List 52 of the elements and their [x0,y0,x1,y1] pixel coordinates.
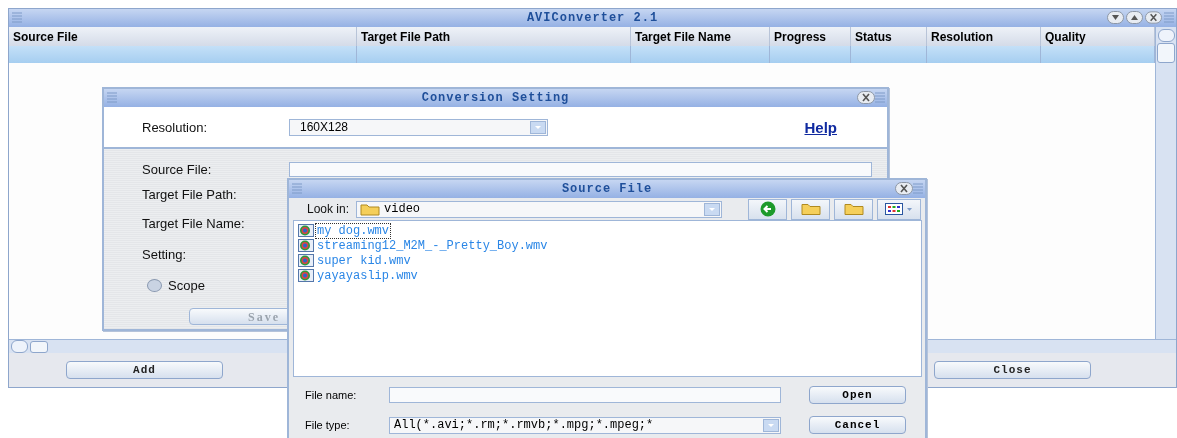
folder-icon [800,202,821,216]
help-link[interactable]: Help [804,118,837,136]
radio-label: Scope [168,277,205,293]
window-title: AVIConverter 2.1 [526,11,659,25]
field-label: Resolution: [142,119,209,135]
file-item[interactable]: super kid.wmv [316,253,412,268]
field-label: Source File: [142,161,213,177]
video-file-icon [298,239,314,252]
source-file-field[interactable] [289,161,872,177]
file-type-dropdown[interactable]: All(*.avi;*.rm;*.rmvb;*.mpg;*.mpeg;* [389,416,781,434]
cancel-button[interactable]: Cancel [809,416,906,434]
dialog-title: Conversion Setting [421,91,570,105]
open-button[interactable]: Open [809,386,906,404]
back-button[interactable] [748,198,787,220]
grip-icon [292,183,302,194]
close-icon[interactable] [1145,11,1162,24]
field-label: Target File Path: [142,187,238,202]
grip-icon [875,92,885,103]
field-label: Setting: [142,247,188,262]
field-label: Target File Name: [142,216,246,231]
folder-icon [360,202,381,216]
file-name-field[interactable] [389,387,781,403]
look-in-dropdown[interactable]: video [356,200,723,218]
folder-icon [843,202,864,216]
grip-icon [1164,12,1174,23]
field-label: File name: [305,389,358,401]
close-button[interactable]: Close [934,361,1091,379]
scope-radio[interactable] [147,278,162,292]
video-file-icon [298,269,314,282]
list-view-icon [885,203,913,215]
folder-name: video [384,202,421,216]
new-folder-button[interactable] [834,198,873,220]
maximize-icon[interactable] [1126,11,1143,24]
file-item[interactable]: yayayaslip.wmv [316,268,419,283]
close-icon[interactable] [857,91,875,104]
resolution-dropdown[interactable]: 160X128 [289,118,548,136]
add-button[interactable]: Add [66,361,223,379]
up-folder-button[interactable] [791,198,830,220]
grip-icon [12,12,22,23]
video-file-icon [298,254,314,267]
view-menu-button[interactable] [877,198,921,220]
video-file-icon [298,224,314,237]
dialog-title: Source File [561,182,653,196]
minimize-icon[interactable] [1107,11,1124,24]
field-label: File type: [305,419,351,431]
close-icon[interactable] [895,182,913,195]
file-item[interactable]: streaming12_M2M_-_Pretty_Boy.wmv [316,238,549,253]
file-item[interactable]: my dog.wmv [316,223,390,238]
vertical-scrollbar[interactable] [1155,27,1176,339]
grip-icon [107,92,117,103]
grip-icon [913,183,923,194]
field-label: Look in: [307,202,350,216]
